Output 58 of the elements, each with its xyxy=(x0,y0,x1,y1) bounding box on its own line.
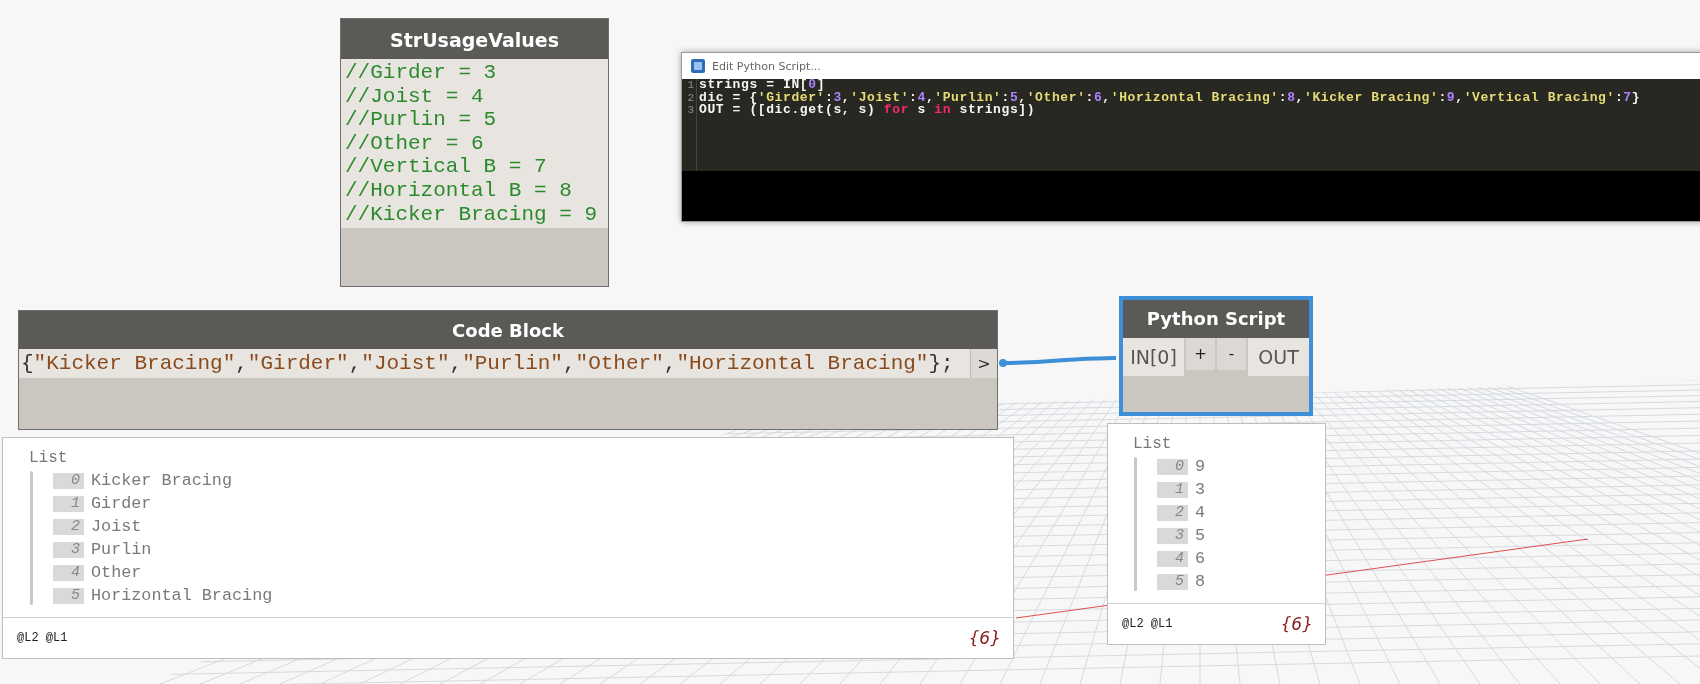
code-line: dic = {'Girder':3,'Joist':4,'Purlin':5,'Other':6,'Horizontal Bracing':8,'Kicker Bracing':9,'Vertical Bracing':7} xyxy=(699,91,1641,105)
index-label: 5 xyxy=(1157,573,1188,590)
remove-input-button[interactable]: - xyxy=(1217,338,1246,370)
index-label: 3 xyxy=(1157,527,1188,544)
list-value: 4 xyxy=(1195,503,1206,522)
index-label: 4 xyxy=(53,564,84,581)
code-line: OUT = ([dic.get(s, s) for s in strings]) xyxy=(699,104,1037,117)
index-label: 3 xyxy=(53,541,84,558)
list-value: Purlin xyxy=(91,540,152,559)
add-input-button[interactable]: + xyxy=(1186,338,1215,370)
python-script-node[interactable]: Python Script IN[0] + - OUT xyxy=(1119,296,1313,416)
output-port[interactable]: > xyxy=(970,349,997,378)
list-value: Horizontal Bracing xyxy=(91,586,273,605)
code-block-node[interactable]: StrUsageValues //Girder = 3 //Joist = 4 //Purlin = 5 //Other = 6 //Vertical B = 7 //Horizontal B = 8 //Kicker Bracing = 9 xyxy=(340,18,609,287)
output-port[interactable]: OUT xyxy=(1248,338,1309,376)
node-title: StrUsageValues xyxy=(341,19,608,59)
list-value: 6 xyxy=(1195,549,1206,568)
index-label: 5 xyxy=(53,587,84,604)
code-area[interactable]: 1 2 3 strings = IN[0] dic = {'Girder':3,'Joist':4,'Purlin':5,'Other':6,'Horizontal Bracing':8,'Kicker Bracing':9,'Vertical Bracing':7} OUT = ([dic.get(s, s) for s in strings]) xyxy=(682,79,1700,171)
comment-line: //Other = 6 xyxy=(345,131,485,156)
line-number: 1 xyxy=(686,79,695,92)
window-title: Edit Python Script... xyxy=(712,59,821,73)
list-levels: @L2 @L1 xyxy=(1122,617,1173,631)
comment-line: //Purlin = 5 xyxy=(345,108,498,132)
line-number: 3 xyxy=(686,104,695,117)
list-heading: List xyxy=(1133,434,1173,455)
comment-line: //Joist = 4 xyxy=(345,84,485,109)
index-label: 4 xyxy=(1157,550,1188,567)
list-value: 8 xyxy=(1195,572,1206,591)
node-title: Code Block xyxy=(19,311,997,349)
list-value: Joist xyxy=(91,517,142,536)
code-block-node[interactable]: Code Block {"Kicker Bracing","Girder","Joist","Purlin","Other","Horizontal Bracing"}; > xyxy=(18,310,998,430)
list-value: Other xyxy=(91,563,142,582)
comment-line: //Kicker Bracing = 9 xyxy=(345,202,599,227)
index-label: 1 xyxy=(1157,481,1188,498)
item-count: {6} xyxy=(1280,614,1313,634)
list-value: Kicker Bracing xyxy=(91,471,232,490)
list-value: 5 xyxy=(1195,526,1206,545)
input-port[interactable]: IN[0] xyxy=(1123,338,1184,376)
comment-line: //Horizontal B = 8 xyxy=(345,178,573,203)
index-label: 0 xyxy=(1157,458,1188,475)
app-icon xyxy=(690,58,706,74)
code-line[interactable]: {"Kicker Bracing","Girder","Joist","Purlin","Other","Horizontal Bracing"}; xyxy=(19,349,970,378)
index-label: 2 xyxy=(1157,504,1188,521)
index-label: 1 xyxy=(53,495,84,512)
item-count: {6} xyxy=(968,628,1001,648)
comment-line: //Girder = 3 xyxy=(345,61,498,85)
index-label: 0 xyxy=(53,472,84,489)
node-title: Python Script xyxy=(1123,300,1309,338)
index-label: 2 xyxy=(53,518,84,535)
code-line: strings = IN[0] xyxy=(699,79,827,92)
list-value: 9 xyxy=(1195,457,1206,476)
list-value: Girder xyxy=(91,494,152,513)
line-number: 2 xyxy=(686,91,695,105)
comment-line: //Vertical B = 7 xyxy=(345,155,548,179)
list-heading: List xyxy=(29,448,69,469)
list-levels: @L2 @L1 xyxy=(17,631,68,645)
list-value: 3 xyxy=(1195,480,1206,499)
